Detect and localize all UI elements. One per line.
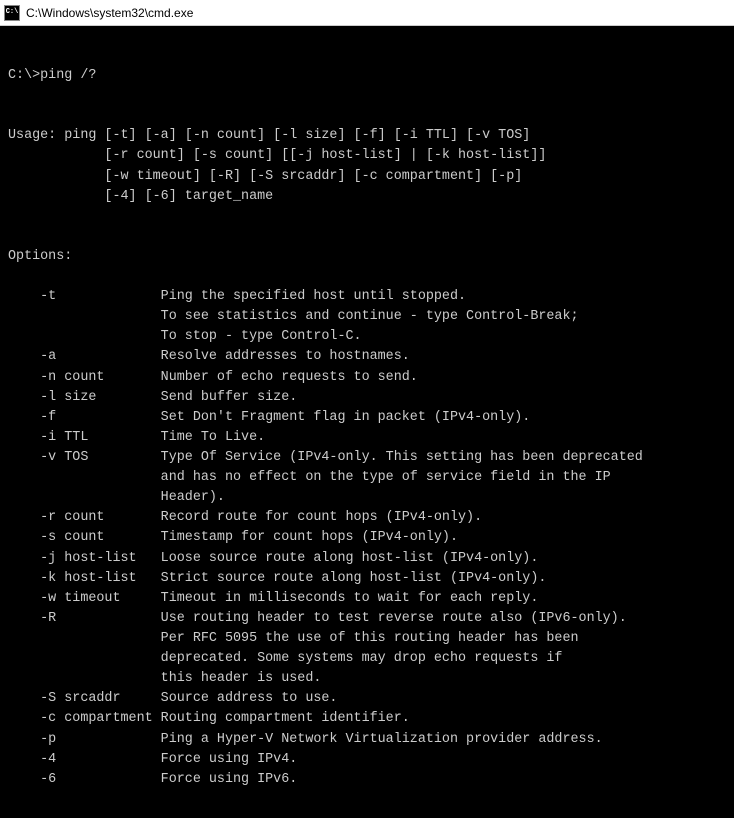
options-list: -t Ping the specified host until stopped… (8, 287, 726, 790)
usage-line-2: [-w timeout] [-R] [-S srcaddr] [-c compa… (64, 169, 522, 184)
cmd-icon: C:\ (4, 5, 20, 21)
option-row: -k host-list Strict source route along h… (8, 569, 726, 589)
option-row: Per RFC 5095 the use of this routing hea… (8, 629, 726, 649)
option-row: To stop - type Control-C. (8, 327, 726, 347)
option-row: -j host-list Loose source route along ho… (8, 549, 726, 569)
window-title: C:\Windows\system32\cmd.exe (26, 6, 193, 20)
option-row: deprecated. Some systems may drop echo r… (8, 649, 726, 669)
window-title-bar[interactable]: C:\ C:\Windows\system32\cmd.exe (0, 0, 734, 26)
usage-label: Usage: (8, 128, 64, 143)
option-row: -6 Force using IPv6. (8, 770, 726, 790)
usage-block: Usage: ping [-t] [-a] [-n count] [-l siz… (8, 126, 726, 206)
usage-line-1: [-r count] [-s count] [[-j host-list] | … (64, 148, 546, 163)
option-row: -t Ping the specified host until stopped… (8, 287, 726, 307)
usage-line-3: [-4] [-6] target_name (64, 189, 273, 204)
usage-line-0: ping [-t] [-a] [-n count] [-l size] [-f]… (64, 128, 530, 143)
option-row: -r count Record route for count hops (IP… (8, 508, 726, 528)
option-row: To see statistics and continue - type Co… (8, 307, 726, 327)
cmd-icon-label: C:\ (6, 9, 19, 16)
option-row: -l size Send buffer size. (8, 388, 726, 408)
option-row: -4 Force using IPv4. (8, 750, 726, 770)
option-row: -n count Number of echo requests to send… (8, 368, 726, 388)
option-row: -i TTL Time To Live. (8, 428, 726, 448)
option-row: -S srcaddr Source address to use. (8, 689, 726, 709)
option-row: -f Set Don't Fragment flag in packet (IP… (8, 408, 726, 428)
option-row: -p Ping a Hyper-V Network Virtualization… (8, 730, 726, 750)
option-row: -s count Timestamp for count hops (IPv4-… (8, 528, 726, 548)
option-row: this header is used. (8, 669, 726, 689)
option-row: -c compartment Routing compartment ident… (8, 709, 726, 729)
terminal-output[interactable]: C:\>ping /? Usage: ping [-t] [-a] [-n co… (0, 26, 734, 818)
option-row: -R Use routing header to test reverse ro… (8, 609, 726, 629)
command-prompt-line: C:\>ping /? (8, 66, 726, 86)
option-row: -v TOS Type Of Service (IPv4-only. This … (8, 448, 726, 468)
option-row: Header). (8, 488, 726, 508)
options-header: Options: (8, 247, 726, 267)
option-row: -a Resolve addresses to hostnames. (8, 347, 726, 367)
option-row: and has no effect on the type of service… (8, 468, 726, 488)
option-row: -w timeout Timeout in milliseconds to wa… (8, 589, 726, 609)
